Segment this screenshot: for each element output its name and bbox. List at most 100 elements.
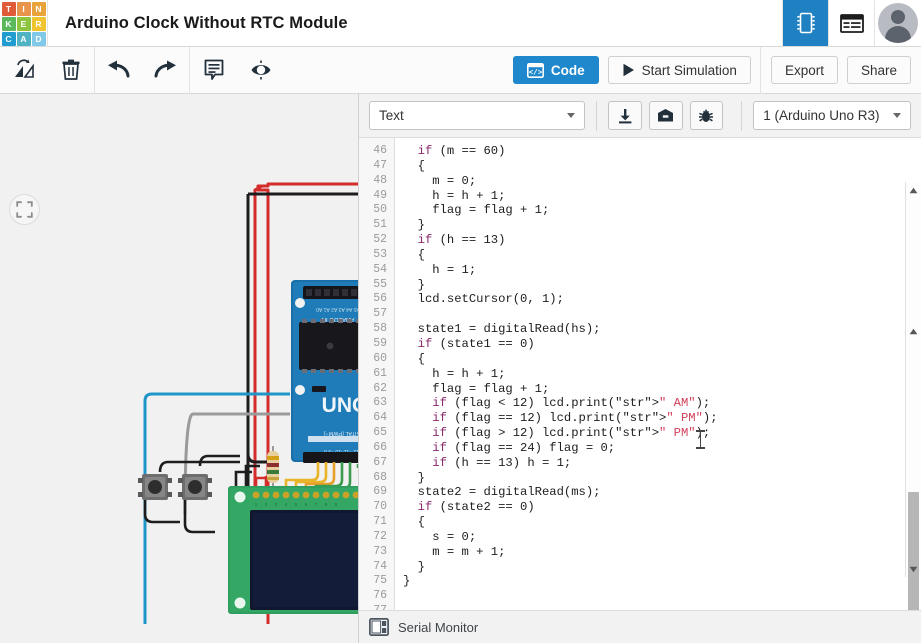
line-number: 69 (373, 485, 387, 499)
scroll-up-arrow-icon-2 (909, 328, 918, 334)
board-select-dropdown[interactable]: 1 (Arduino Uno R3) (753, 101, 911, 130)
code-line[interactable]: } (403, 218, 921, 233)
code-line[interactable]: h = h + 1; (403, 367, 921, 382)
svg-text:DIGITAL (PWM~): DIGITAL (PWM~) (324, 430, 358, 436)
line-number: 77 (359, 604, 394, 610)
code-toolbar-divider-2 (741, 100, 743, 131)
tinkercad-logo[interactable]: TINKERCAD (0, 0, 48, 47)
line-number: 76 (373, 589, 387, 603)
line-number: 68 (373, 470, 387, 484)
redo-button[interactable] (142, 47, 189, 94)
code-line[interactable]: } (403, 471, 921, 486)
lcd-display-16x2: 123 456 789 (228, 486, 358, 614)
line-number: 72 (373, 529, 387, 543)
user-account-button[interactable] (874, 0, 921, 46)
scroll-down-button[interactable] (906, 561, 921, 577)
code-line[interactable]: { (403, 248, 921, 263)
serial-monitor-bar[interactable]: Serial Monitor (359, 610, 921, 643)
redo-arrow-icon (154, 60, 176, 78)
list-view-toggle[interactable] (828, 0, 874, 46)
logo-tile-n: N (31, 1, 46, 16)
code-line[interactable]: flag = flag + 1; (403, 382, 921, 397)
code-line[interactable]: if (flag == 24) flag = 0; (403, 441, 921, 456)
code-editor-body[interactable]: 46 47 48 49 50 51 52 53 54 55 56 57 58 59 60 61 62 63 64 65… (359, 138, 921, 610)
code-window-icon: </> (526, 62, 544, 78)
components-panel-toggle[interactable] (782, 0, 828, 46)
code-line[interactable]: { (403, 352, 921, 367)
line-number: 64 (373, 411, 387, 425)
notes-button[interactable] (190, 47, 237, 94)
code-line[interactable] (403, 604, 921, 610)
logo-tile-d: D (31, 31, 46, 46)
delete-button[interactable] (47, 47, 94, 94)
code-line[interactable]: } (403, 278, 921, 293)
line-number: 65 (373, 426, 387, 440)
circuit-workspace-canvas[interactable]: A5 A4 A3 A2 A1 A0 ANALOG IN (0, 94, 358, 643)
code-line[interactable]: state1 = digitalRead(hs); (403, 322, 921, 337)
rotate-button[interactable] (0, 47, 47, 94)
line-number: 56 (373, 292, 387, 306)
line-number: 48 (373, 173, 387, 187)
code-line[interactable]: if (flag == 12) lcd.print("str">" PM"); (403, 411, 921, 426)
play-icon (623, 63, 634, 77)
code-line[interactable]: } (403, 560, 921, 575)
line-number: 74 (373, 559, 387, 573)
code-line[interactable]: { (403, 515, 921, 530)
chevron-down-icon (567, 113, 576, 118)
top-bar-right-group (782, 0, 921, 46)
code-line[interactable]: state2 = digitalRead(ms); (403, 485, 921, 500)
download-code-button[interactable] (608, 101, 642, 130)
scroll-up-button[interactable] (906, 182, 921, 198)
code-button[interactable]: </> Code (512, 56, 599, 84)
logo-tile-r: R (31, 16, 46, 31)
code-line[interactable]: if (flag > 12) lcd.print("str">" PM"); (403, 426, 921, 441)
line-number: 54 (373, 262, 387, 276)
code-line[interactable]: flag = flag + 1; (403, 203, 921, 218)
top-bar: TINKERCAD Arduino Clock Without RTC Modu… (0, 0, 921, 47)
logo-tile-t: T (1, 1, 16, 16)
pushbutton-2 (178, 474, 212, 500)
visibility-button[interactable] (237, 47, 284, 94)
code-line[interactable]: s = 0; (403, 530, 921, 545)
line-number: 57 (373, 307, 387, 321)
share-button[interactable]: Share (846, 56, 911, 84)
eye-visibility-icon (251, 60, 270, 80)
code-line[interactable]: h = h + 1; (403, 189, 921, 204)
export-button[interactable]: Export (770, 56, 838, 84)
board-select-value: 1 (Arduino Uno R3) (763, 108, 880, 123)
chip-icon (796, 12, 815, 34)
code-line[interactable]: if (state2 == 0) (403, 500, 921, 515)
line-number: 60 (373, 351, 387, 365)
libraries-button[interactable] (648, 101, 683, 130)
avatar (878, 3, 918, 43)
line-number: 62 (373, 381, 387, 395)
start-simulation-button[interactable]: Start Simulation (607, 56, 751, 84)
code-line[interactable]: if (state1 == 0) (403, 337, 921, 352)
code-line[interactable]: lcd.setCursor(0, 1); (403, 292, 921, 307)
list-icon (839, 13, 864, 33)
code-line[interactable]: { (403, 159, 921, 174)
code-vertical-scrollbar[interactable] (905, 182, 921, 610)
code-editor-panel: Text 1 (Arduino Uno R3) 46 47 48 49 50 5… (358, 94, 921, 643)
debugger-button[interactable] (689, 101, 724, 130)
code-line[interactable]: } (403, 574, 921, 589)
code-line[interactable] (403, 589, 921, 604)
scrollbar-thumb[interactable] (908, 492, 919, 610)
code-line[interactable]: h = 1; (403, 263, 921, 278)
code-text-area[interactable]: if (m == 60) { m = 0; h = h + 1; flag = … (395, 138, 921, 610)
code-line[interactable]: if (m == 60) (403, 144, 921, 159)
code-mode-value: Text (379, 108, 404, 123)
code-line[interactable]: if (flag < 12) lcd.print("str">" AM"); (403, 396, 921, 411)
history-tools-group (95, 47, 189, 94)
code-line[interactable] (403, 307, 921, 322)
circuit-diagram[interactable]: A5 A4 A3 A2 A1 A0 ANALOG IN (0, 94, 358, 643)
code-mode-dropdown[interactable]: Text (369, 101, 586, 130)
code-line[interactable]: if (h == 13) h = 1; (403, 456, 921, 471)
undo-button[interactable] (95, 47, 142, 94)
line-number: 49 (373, 188, 387, 202)
toolbar-divider-3 (759, 46, 761, 94)
code-line[interactable]: if (h == 13) (403, 233, 921, 248)
code-line[interactable]: m = 0; (403, 174, 921, 189)
serial-monitor-icon (369, 618, 389, 636)
code-line[interactable]: m = m + 1; (403, 545, 921, 560)
